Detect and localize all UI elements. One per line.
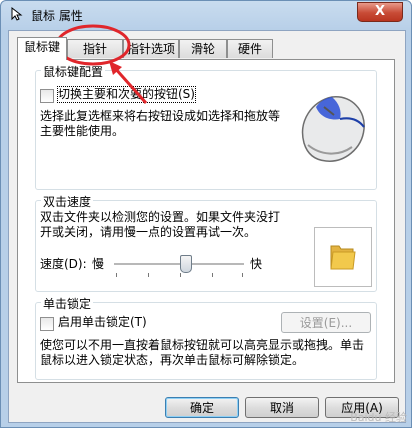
annotation-overlay <box>55 24 148 104</box>
annotation-arrow <box>112 66 148 104</box>
tab-mouse-buttons[interactable]: 鼠标键 <box>17 37 67 60</box>
annotation-circle <box>55 24 131 66</box>
watermark: Baidu 经验 <box>350 411 407 424</box>
mouse-properties-window: 鼠标 属性 X 鼠标键 指针 指针选项 滑轮 硬件 鼠标键配置 切换主要和次要的… <box>0 0 412 428</box>
